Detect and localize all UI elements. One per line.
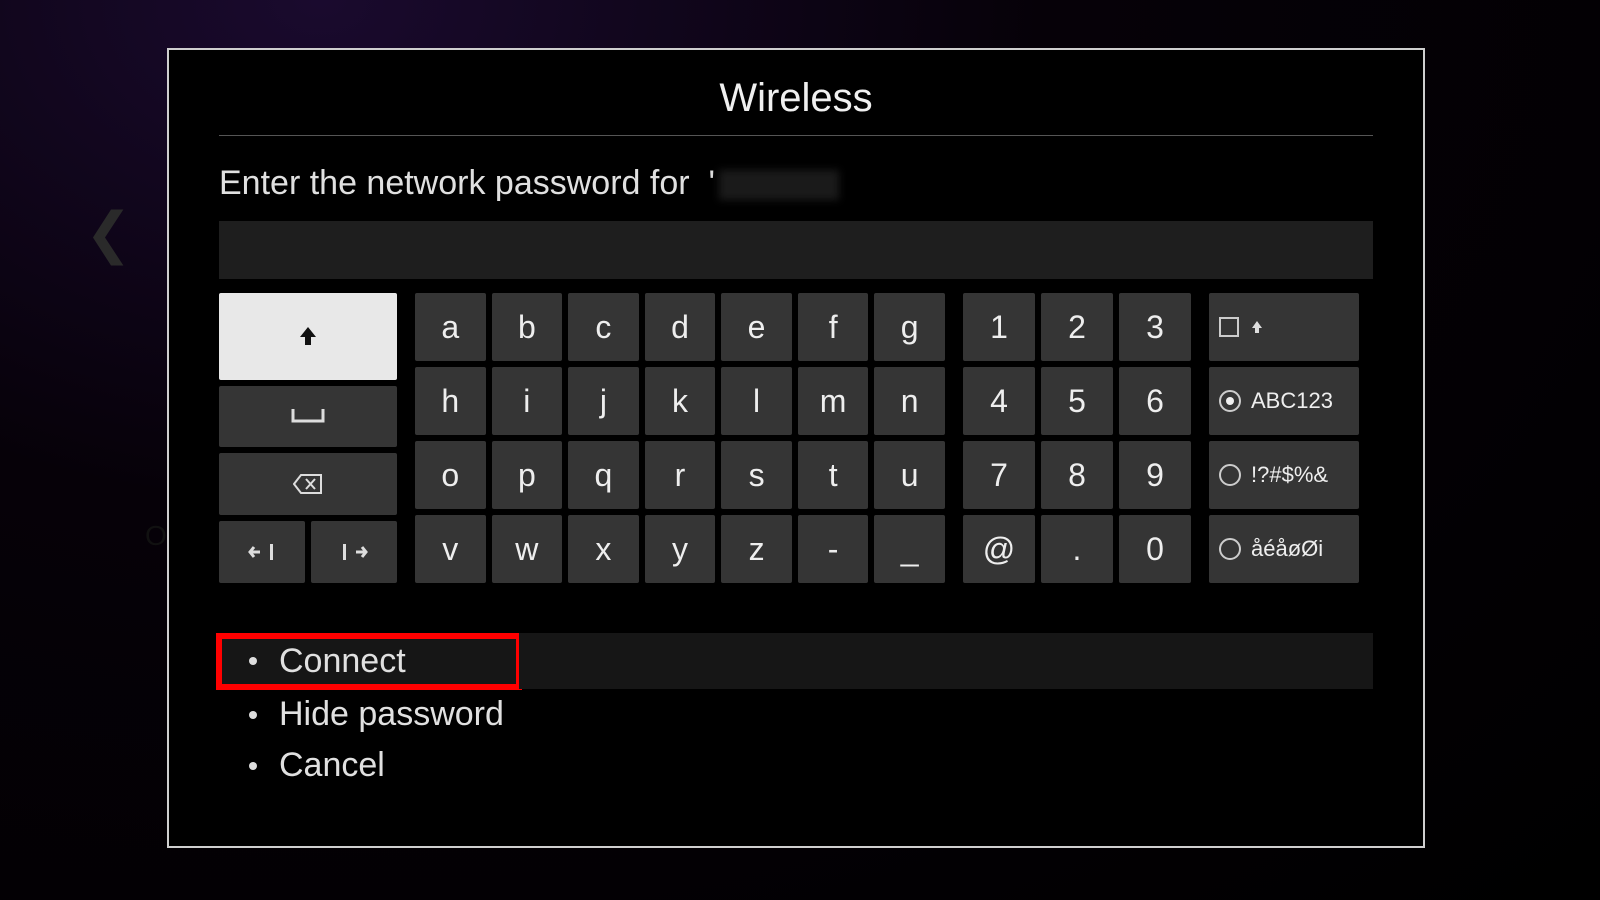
cursor-left-icon [248, 542, 276, 562]
key-cursor-right[interactable] [311, 521, 397, 583]
key-g[interactable]: g [874, 293, 945, 361]
action-connect[interactable]: Connect [219, 636, 519, 687]
key-v[interactable]: v [415, 515, 486, 583]
stop-icon [1219, 317, 1239, 337]
arrow-up-icon [1249, 319, 1265, 335]
key-a[interactable]: a [415, 293, 486, 361]
backspace-icon [293, 473, 323, 495]
keyboard-number-grid: 1 2 3 4 5 6 7 8 9 @ . 0 [963, 293, 1191, 583]
key-1[interactable]: 1 [963, 293, 1035, 361]
key-z[interactable]: z [721, 515, 792, 583]
shift-up-icon [296, 324, 320, 348]
key-p[interactable]: p [492, 441, 563, 509]
key-underscore[interactable]: _ [874, 515, 945, 583]
key-5[interactable]: 5 [1041, 367, 1113, 435]
dialog-title: Wireless [219, 76, 1373, 136]
key-mode-accents[interactable]: åéåøØi [1209, 515, 1359, 583]
key-n[interactable]: n [874, 367, 945, 435]
key-i[interactable]: i [492, 367, 563, 435]
keyboard-mode-column: ABC123 !?#$%& åéåøØi [1209, 293, 1359, 583]
action-hide-password-label: Hide password [279, 695, 504, 734]
key-at[interactable]: @ [963, 515, 1035, 583]
key-b[interactable]: b [492, 293, 563, 361]
key-t[interactable]: t [798, 441, 869, 509]
key-space[interactable] [219, 386, 397, 448]
radio-off-icon [1219, 538, 1241, 560]
action-cancel-label: Cancel [279, 746, 385, 785]
bullet-icon [249, 762, 257, 770]
action-cancel[interactable]: Cancel [219, 740, 1373, 791]
onscreen-keyboard: a b c d e f g h i j k l m n o p q r s t … [219, 293, 1373, 583]
key-period[interactable]: . [1041, 515, 1113, 583]
key-0[interactable]: 0 [1119, 515, 1191, 583]
key-l[interactable]: l [721, 367, 792, 435]
key-d[interactable]: d [645, 293, 716, 361]
key-2[interactable]: 2 [1041, 293, 1113, 361]
key-o[interactable]: o [415, 441, 486, 509]
back-chevron-icon: ❮ [85, 200, 132, 266]
key-hyphen[interactable]: - [798, 515, 869, 583]
key-3[interactable]: 3 [1119, 293, 1191, 361]
password-input[interactable] [219, 221, 1373, 279]
password-prompt: Enter the network password for ' [219, 164, 1373, 203]
action-hide-password[interactable]: Hide password [219, 689, 1373, 740]
key-q[interactable]: q [568, 441, 639, 509]
key-j[interactable]: j [568, 367, 639, 435]
keyboard-utility-column [219, 293, 397, 583]
key-shift[interactable] [219, 293, 397, 380]
focus-strip-filler [519, 633, 1373, 689]
key-6[interactable]: 6 [1119, 367, 1191, 435]
key-r[interactable]: r [645, 441, 716, 509]
bullet-icon [249, 711, 257, 719]
radio-on-icon [1219, 390, 1241, 412]
ssid-redacted [719, 170, 839, 200]
key-e[interactable]: e [721, 293, 792, 361]
bullet-icon [249, 657, 257, 665]
key-y[interactable]: y [645, 515, 716, 583]
key-8[interactable]: 8 [1041, 441, 1113, 509]
wireless-password-dialog: Wireless Enter the network password for … [167, 48, 1425, 848]
key-7[interactable]: 7 [963, 441, 1035, 509]
space-icon [291, 407, 325, 425]
key-w[interactable]: w [492, 515, 563, 583]
key-9[interactable]: 9 [1119, 441, 1191, 509]
action-connect-label: Connect [279, 642, 406, 681]
mode-accents-label: åéåøØi [1251, 536, 1323, 562]
radio-off-icon [1219, 464, 1241, 486]
key-c[interactable]: c [568, 293, 639, 361]
key-k[interactable]: k [645, 367, 716, 435]
cursor-right-icon [340, 542, 368, 562]
prompt-text: Enter the network password for [219, 164, 690, 202]
key-cursor-left[interactable] [219, 521, 305, 583]
key-u[interactable]: u [874, 441, 945, 509]
key-4[interactable]: 4 [963, 367, 1035, 435]
key-mode-clear[interactable] [1209, 293, 1359, 361]
dialog-actions: Connect Hide password Cancel [219, 633, 1373, 791]
key-s[interactable]: s [721, 441, 792, 509]
key-mode-alnum[interactable]: ABC123 [1209, 367, 1359, 435]
key-backspace[interactable] [219, 453, 397, 515]
key-f[interactable]: f [798, 293, 869, 361]
key-mode-symbols[interactable]: !?#$%& [1209, 441, 1359, 509]
key-m[interactable]: m [798, 367, 869, 435]
key-x[interactable]: x [568, 515, 639, 583]
keyboard-letter-grid: a b c d e f g h i j k l m n o p q r s t … [415, 293, 945, 583]
key-h[interactable]: h [415, 367, 486, 435]
mode-symbols-label: !?#$%& [1251, 462, 1328, 488]
mode-alnum-label: ABC123 [1251, 388, 1333, 414]
